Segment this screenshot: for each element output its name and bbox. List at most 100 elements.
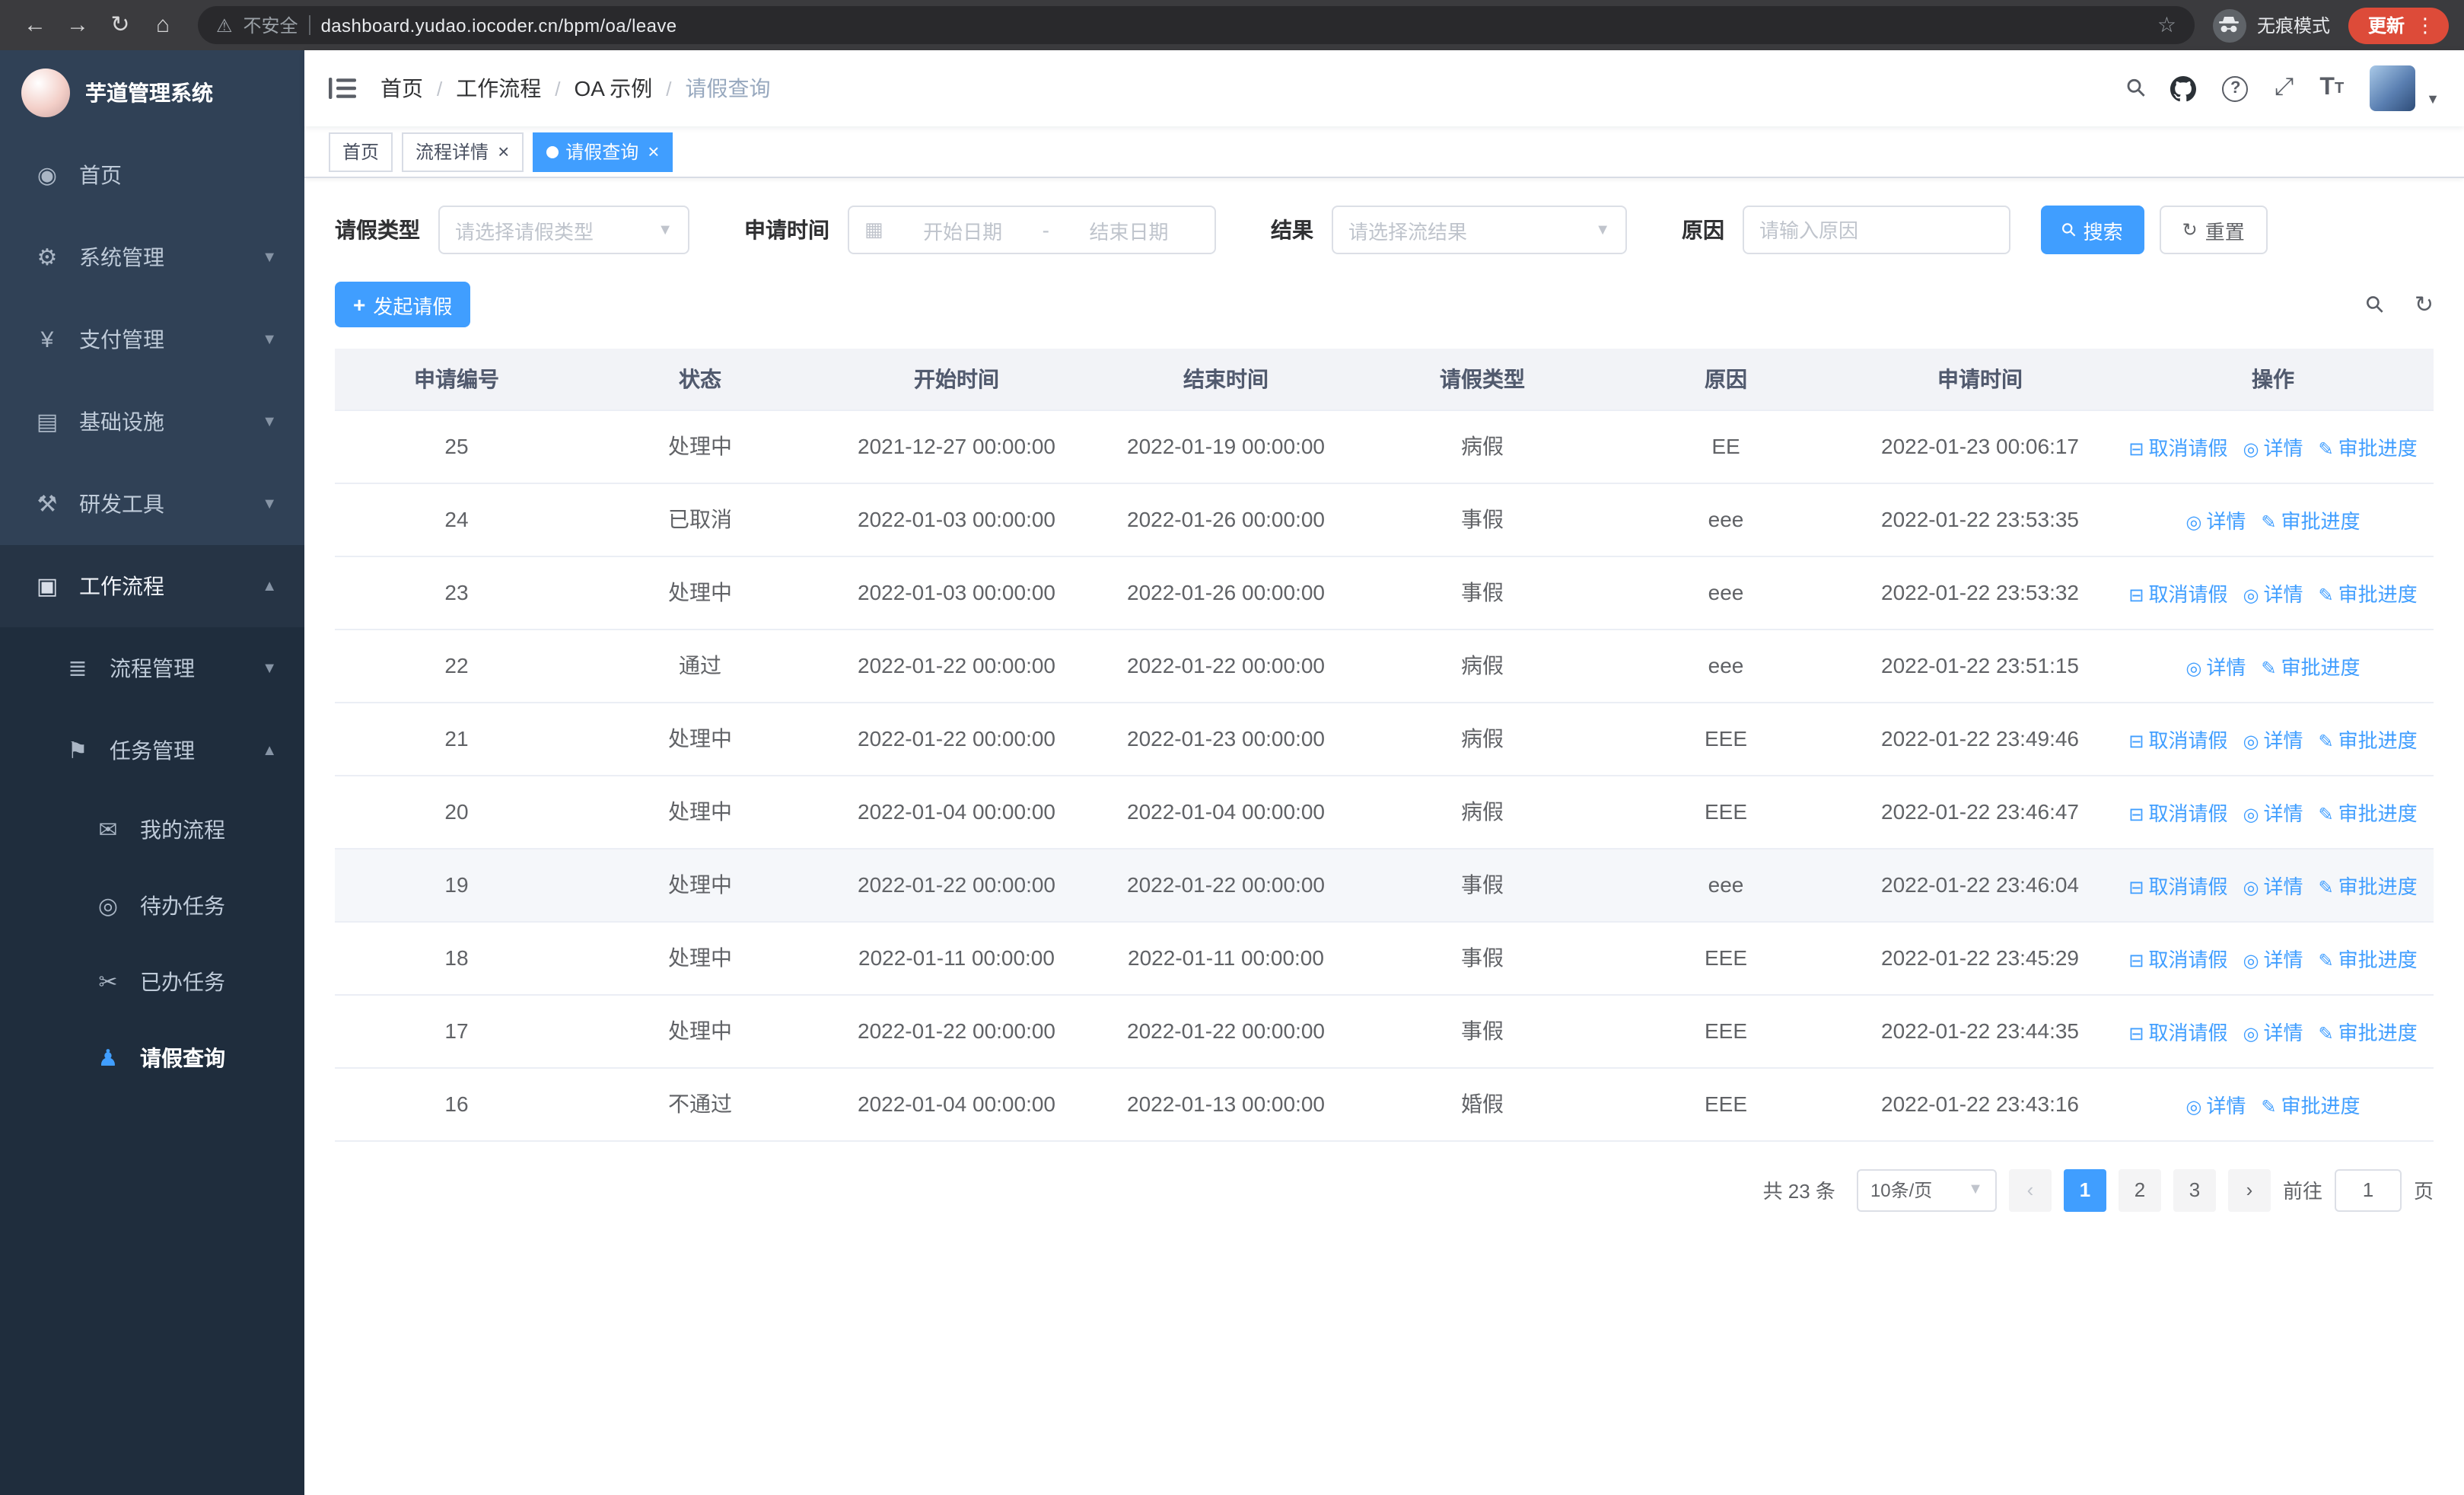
table-row[interactable]: 16 不通过 2022-01-04 00:00:00 2022-01-13 00:00… xyxy=(335,1067,2434,1141)
url-text[interactable]: dashboard.yudao.iocoder.cn/bpm/oa/leave xyxy=(321,14,2147,36)
bookmark-star-icon[interactable]: ☆ xyxy=(2157,12,2176,38)
update-button[interactable]: 更新 ⋮ xyxy=(2348,7,2449,43)
prev-page-button[interactable]: ‹ xyxy=(2008,1168,2052,1211)
approval-progress-link[interactable]: ✎ 审批进度 xyxy=(2319,875,2418,897)
browser-reload-icon[interactable]: ↻ xyxy=(100,5,140,45)
sidebar-item-10[interactable]: ✂ 已办任务 xyxy=(0,944,304,1020)
view-tab[interactable]: 首页 xyxy=(329,132,393,171)
next-page-button[interactable]: › xyxy=(2227,1168,2271,1211)
reason-input[interactable] xyxy=(1743,206,2010,254)
cell-leave_type: 病假 xyxy=(1361,410,1604,483)
detail-link[interactable]: ◎ 详情 xyxy=(2243,1021,2303,1044)
browser-back-icon[interactable]: ← xyxy=(15,5,55,45)
cancel-leave-link[interactable]: ⊟ 取消请假 xyxy=(2128,948,2227,971)
table-row[interactable]: 18 处理中 2022-01-11 00:00:00 2022-01-11 00:00… xyxy=(335,921,2434,995)
approval-progress-link[interactable]: ✎ 审批进度 xyxy=(2319,582,2418,605)
cancel-leave-link[interactable]: ⊟ 取消请假 xyxy=(2128,436,2227,459)
detail-link[interactable]: ◎ 详情 xyxy=(2243,436,2303,459)
address-bar[interactable]: ⚠ 不安全 dashboard.yudao.iocoder.cn/bpm/oa/… xyxy=(198,6,2195,44)
github-icon[interactable] xyxy=(2170,75,2197,101)
sidebar-item-2[interactable]: ¥ 支付管理 ▼ xyxy=(0,298,304,381)
leave-type-select[interactable]: 请选择请假类型 ▼ xyxy=(438,206,689,254)
approval-progress-link[interactable]: ✎ 审批进度 xyxy=(2319,802,2418,824)
detail-link[interactable]: ◎ 详情 xyxy=(2185,655,2246,678)
approval-progress-link[interactable]: ✎ 审批进度 xyxy=(2319,728,2418,751)
breadcrumb-item[interactable]: 首页 xyxy=(380,73,423,104)
avatar-caret-icon[interactable]: ▼ xyxy=(2426,91,2440,107)
table-row[interactable]: 19 处理中 2022-01-22 00:00:00 2022-01-22 00:00… xyxy=(335,848,2434,922)
cancel-leave-link[interactable]: ⊟ 取消请假 xyxy=(2128,802,2227,824)
cell-start_time: 2022-01-22 00:00:00 xyxy=(822,994,1091,1068)
detail-link[interactable]: ◎ 详情 xyxy=(2243,728,2303,751)
reset-button[interactable]: ↻ 重置 xyxy=(2159,206,2268,254)
approval-progress-link-icon: ✎ xyxy=(2261,1095,2277,1117)
sidebar-item-6[interactable]: ≣ 流程管理 ▼ xyxy=(0,627,304,709)
approval-progress-link[interactable]: ✎ 审批进度 xyxy=(2261,655,2360,678)
sidebar-item-0[interactable]: ◉ 首页 xyxy=(0,134,304,216)
browser-forward-icon[interactable]: → xyxy=(58,5,97,45)
detail-link[interactable]: ◎ 详情 xyxy=(2243,948,2303,971)
table-row[interactable]: 17 处理中 2022-01-22 00:00:00 2022-01-22 00:00… xyxy=(335,994,2434,1068)
view-tab[interactable]: 请假查询 × xyxy=(532,132,673,171)
sidebar-item-9[interactable]: ◎ 待办任务 xyxy=(0,868,304,944)
detail-link[interactable]: ◎ 详情 xyxy=(2243,802,2303,824)
approval-progress-link[interactable]: ✎ 审批进度 xyxy=(2261,1094,2360,1117)
page-button-2[interactable]: 2 xyxy=(2118,1168,2161,1211)
sidebar-item-7[interactable]: ⚑ 任务管理 ▲ xyxy=(0,709,304,792)
table-row[interactable]: 22 通过 2022-01-22 00:00:00 2022-01-22 00:00:… xyxy=(335,629,2434,703)
fullscreen-icon[interactable]: ⤢ xyxy=(2275,75,2294,102)
sidebar-item-4[interactable]: ⚒ 研发工具 ▼ xyxy=(0,463,304,545)
create-leave-button[interactable]: + 发起请假 xyxy=(335,282,471,327)
close-icon[interactable]: × xyxy=(648,142,659,161)
table-refresh-icon[interactable]: ↻ xyxy=(2415,291,2434,318)
cancel-leave-link[interactable]: ⊟ 取消请假 xyxy=(2128,582,2227,605)
user-avatar[interactable] xyxy=(2370,65,2416,111)
breadcrumb-item[interactable]: OA 示例 xyxy=(575,73,653,104)
approval-progress-link[interactable]: ✎ 审批进度 xyxy=(2319,1021,2418,1044)
detail-link[interactable]: ◎ 详情 xyxy=(2185,509,2246,532)
table-row[interactable]: 23 处理中 2022-01-03 00:00:00 2022-01-26 00:00… xyxy=(335,556,2434,630)
view-tab[interactable]: 流程详情 × xyxy=(402,132,524,171)
cell-reason: eee xyxy=(1604,556,1848,630)
hamburger-icon[interactable] xyxy=(329,78,356,99)
apply-time-range-picker[interactable]: ▦ 开始日期 - 结束日期 xyxy=(848,206,1216,254)
sidebar-item-5[interactable]: ▣ 工作流程 ▲ xyxy=(0,545,304,627)
detail-link[interactable]: ◎ 详情 xyxy=(2185,1094,2246,1117)
approval-progress-link[interactable]: ✎ 审批进度 xyxy=(2319,948,2418,971)
table-row[interactable]: 25 处理中 2021-12-27 00:00:00 2022-01-19 00:00… xyxy=(335,410,2434,483)
detail-link[interactable]: ◎ 详情 xyxy=(2243,875,2303,897)
approval-progress-link[interactable]: ✎ 审批进度 xyxy=(2319,436,2418,459)
security-label[interactable]: 不安全 xyxy=(244,12,298,38)
goto-page-input[interactable] xyxy=(2334,1168,2402,1211)
cancel-leave-link[interactable]: ⊟ 取消请假 xyxy=(2128,728,2227,751)
sidebar-item-11[interactable]: ♟ 请假查询 xyxy=(0,1020,304,1096)
sidebar-item-1[interactable]: ⚙ 系统管理 ▼ xyxy=(0,216,304,298)
browser-home-icon[interactable]: ⌂ xyxy=(143,5,183,45)
cell-status: 处理中 xyxy=(578,775,822,849)
result-select[interactable]: 请选择流结果 ▼ xyxy=(1332,206,1627,254)
sidebar-menu: ◉ 首页 ⚙ 系统管理 ▼ ¥ 支付管理 ▼ ▤ 基础设施 ▼ ⚒ 研发工具 ▼ ▣ 工作流程 ▲ ≣ 流程管理 ▼ ⚑… xyxy=(0,134,304,1096)
search-icon[interactable]: ⚲ xyxy=(2121,73,2152,104)
detail-link[interactable]: ◎ 详情 xyxy=(2243,582,2303,605)
sidebar-item-label: 我的流程 xyxy=(140,818,225,842)
app-logo[interactable]: 芋道管理系统 xyxy=(0,50,304,134)
table-row[interactable]: 20 处理中 2022-01-04 00:00:00 2022-01-04 00:00… xyxy=(335,775,2434,849)
table-row[interactable]: 24 已取消 2022-01-03 00:00:00 2022-01-26 00:00… xyxy=(335,483,2434,556)
toggle-search-icon[interactable]: ⚲ xyxy=(2360,288,2392,320)
table-row[interactable]: 21 处理中 2022-01-22 00:00:00 2022-01-23 00:00… xyxy=(335,702,2434,776)
help-icon[interactable]: ? xyxy=(2222,75,2249,101)
close-icon[interactable]: × xyxy=(498,142,509,161)
page-button-3[interactable]: 3 xyxy=(2173,1168,2216,1211)
search-button[interactable]: ⚲ 搜索 xyxy=(2041,206,2144,254)
cancel-leave-link[interactable]: ⊟ 取消请假 xyxy=(2128,875,2227,897)
sidebar-item-3[interactable]: ▤ 基础设施 ▼ xyxy=(0,381,304,463)
cancel-leave-link[interactable]: ⊟ 取消请假 xyxy=(2128,1021,2227,1044)
sidebar-item-8[interactable]: ✉ 我的流程 xyxy=(0,792,304,868)
tab-label: 流程详情 xyxy=(415,142,489,163)
approval-progress-link[interactable]: ✎ 审批进度 xyxy=(2261,509,2360,532)
browser-menu-icon[interactable]: ⋮ xyxy=(2415,13,2435,37)
page-size-select[interactable]: 10条/页 ▼ xyxy=(1856,1168,1997,1211)
font-size-icon[interactable]: TT xyxy=(2319,75,2344,102)
breadcrumb-item[interactable]: 工作流程 xyxy=(456,73,541,104)
page-button-1[interactable]: 1 xyxy=(2063,1168,2106,1211)
